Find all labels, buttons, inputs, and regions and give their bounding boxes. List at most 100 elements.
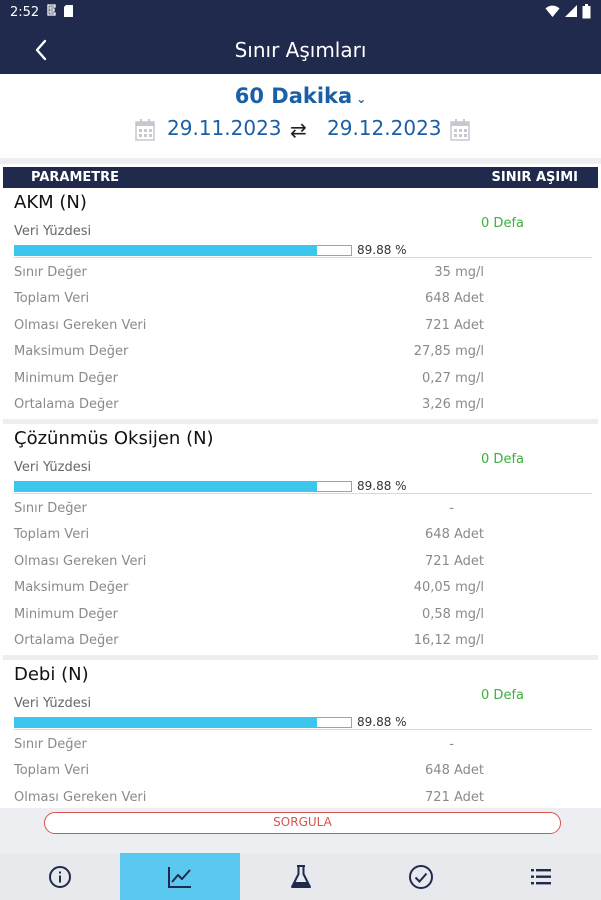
notification-icon [47, 4, 56, 16]
data-percent-fill [15, 482, 317, 491]
chart-line-icon [168, 866, 192, 888]
stat-row: Olması Gereken Veri 721 Adet [14, 314, 484, 338]
data-percent-label: Veri Yüzdesi [14, 696, 92, 711]
flask-icon [290, 864, 311, 888]
parameter-card: AKM (N) Veri Yüzdesi 0 Defa 89.88 % Sını… [3, 188, 598, 424]
stat-value: 648 Adet [425, 527, 484, 542]
tab-chart[interactable] [120, 853, 241, 900]
stat-row: Maksimum Değer 27,85 mg/l [14, 340, 484, 364]
stat-value: 27,85 mg/l [413, 344, 484, 359]
list-icon [530, 868, 551, 884]
stat-value: - [449, 501, 454, 516]
data-percent-value: 89.88 % [357, 243, 407, 257]
bottom-nav [0, 853, 601, 900]
data-percent-label: Veri Yüzdesi [14, 460, 92, 475]
tab-list[interactable] [481, 853, 601, 900]
table-header: PARAMETRE SINIR AŞIMI [3, 167, 598, 188]
data-percent-bar [14, 481, 352, 492]
battery-icon [582, 4, 591, 19]
parameter-card: Debi (N) Veri Yüzdesi 0 Defa 89.88 % Sın… [3, 660, 598, 808]
parameter-name: Debi (N) [14, 664, 89, 685]
stat-label: Toplam Veri [14, 763, 90, 778]
tab-approval[interactable] [361, 853, 481, 900]
stat-row: Olması Gereken Veri 721 Adet [14, 786, 484, 808]
stat-label: Sınır Değer [14, 737, 87, 752]
stat-value: 3,26 mg/l [422, 397, 484, 412]
divider [14, 493, 592, 494]
stat-value: 648 Adet [425, 291, 484, 306]
exceed-count: 0 Defa [481, 688, 524, 703]
app-bar: Sınır Aşımları [0, 26, 601, 74]
stat-row: Ortalama Değer 16,12 mg/l [14, 629, 484, 653]
stat-label: Olması Gereken Veri [14, 790, 147, 805]
stat-label: Maksimum Değer [14, 580, 129, 595]
data-percent-bar [14, 245, 352, 256]
stat-label: Maksimum Değer [14, 344, 129, 359]
stat-value: 721 Adet [425, 554, 484, 569]
end-date[interactable]: 29.12.2023 [327, 116, 442, 140]
parameter-card: Çözünmüs Oksijen (N) Veri Yüzdesi 0 Defa… [3, 424, 598, 660]
calendar-icon[interactable] [135, 119, 155, 141]
filter-panel: 60 Dakika ⌄ 29.11.2023 ⇄ 29.12.2023 [0, 74, 601, 164]
stat-value: 648 Adet [425, 763, 484, 778]
data-percent-value: 89.88 % [357, 479, 407, 493]
data-percent-label: Veri Yüzdesi [14, 224, 92, 239]
stat-value: 721 Adet [425, 790, 484, 805]
query-bar: SORGULA [0, 808, 601, 853]
limit-exceed-header: SINIR AŞIMI [491, 170, 579, 185]
stat-row: Minimum Değer 0,58 mg/l [14, 603, 484, 627]
date-range: 29.11.2023 ⇄ 29.12.2023 [0, 116, 601, 144]
tab-lab[interactable] [240, 853, 360, 900]
stat-label: Minimum Değer [14, 371, 118, 386]
stat-value: 0,27 mg/l [422, 371, 484, 386]
query-button[interactable]: SORGULA [44, 812, 561, 834]
parameter-name: AKM (N) [14, 192, 87, 213]
data-percent-fill [15, 718, 317, 727]
stat-label: Toplam Veri [14, 291, 90, 306]
check-circle-icon [408, 864, 433, 889]
stat-row: Sınır Değer - [14, 497, 484, 521]
stat-value: 35 mg/l [434, 265, 484, 280]
parameter-header: PARAMETRE [31, 170, 120, 185]
stat-label: Sınır Değer [14, 265, 87, 280]
stat-row: Olması Gereken Veri 721 Adet [14, 550, 484, 574]
sd-card-icon [64, 5, 73, 17]
status-time: 2:52 [10, 5, 40, 20]
start-date[interactable]: 29.11.2023 [167, 116, 282, 140]
swap-dates-icon[interactable]: ⇄ [290, 118, 307, 142]
divider [14, 729, 592, 730]
period-dropdown[interactable]: 60 Dakika ⌄ [0, 84, 601, 108]
data-percent-value: 89.88 % [357, 715, 407, 729]
stat-label: Ortalama Değer [14, 397, 119, 412]
period-label: 60 Dakika [234, 84, 353, 108]
stat-label: Toplam Veri [14, 527, 90, 542]
stat-row: Maksimum Değer 40,05 mg/l [14, 576, 484, 600]
divider [14, 257, 592, 258]
stat-value: 40,05 mg/l [413, 580, 484, 595]
tab-info[interactable] [0, 853, 120, 900]
stat-row: Ortalama Değer 3,26 mg/l [14, 393, 484, 417]
chevron-down-icon: ⌄ [356, 92, 367, 106]
exceed-count: 0 Defa [481, 452, 524, 467]
parameter-name: Çözünmüs Oksijen (N) [14, 428, 214, 449]
stat-row: Toplam Veri 648 Adet [14, 523, 484, 547]
stat-label: Olması Gereken Veri [14, 318, 147, 333]
stat-label: Sınır Değer [14, 501, 87, 516]
stat-row: Sınır Değer 35 mg/l [14, 261, 484, 285]
stat-label: Olması Gereken Veri [14, 554, 147, 569]
page-title: Sınır Aşımları [234, 38, 367, 62]
data-percent-bar [14, 717, 352, 728]
signal-icon [565, 5, 577, 17]
stat-row: Minimum Değer 0,27 mg/l [14, 367, 484, 391]
wifi-icon [545, 5, 560, 18]
info-icon [49, 865, 72, 888]
stat-label: Ortalama Değer [14, 633, 119, 648]
stat-value: - [449, 737, 454, 752]
stat-value: 721 Adet [425, 318, 484, 333]
calendar-icon[interactable] [450, 119, 470, 141]
exceed-count: 0 Defa [481, 216, 524, 231]
parameter-list[interactable]: AKM (N) Veri Yüzdesi 0 Defa 89.88 % Sını… [3, 188, 598, 808]
stat-value: 0,58 mg/l [422, 607, 484, 622]
status-bar: 2:52 [0, 0, 601, 26]
stat-row: Toplam Veri 648 Adet [14, 287, 484, 311]
